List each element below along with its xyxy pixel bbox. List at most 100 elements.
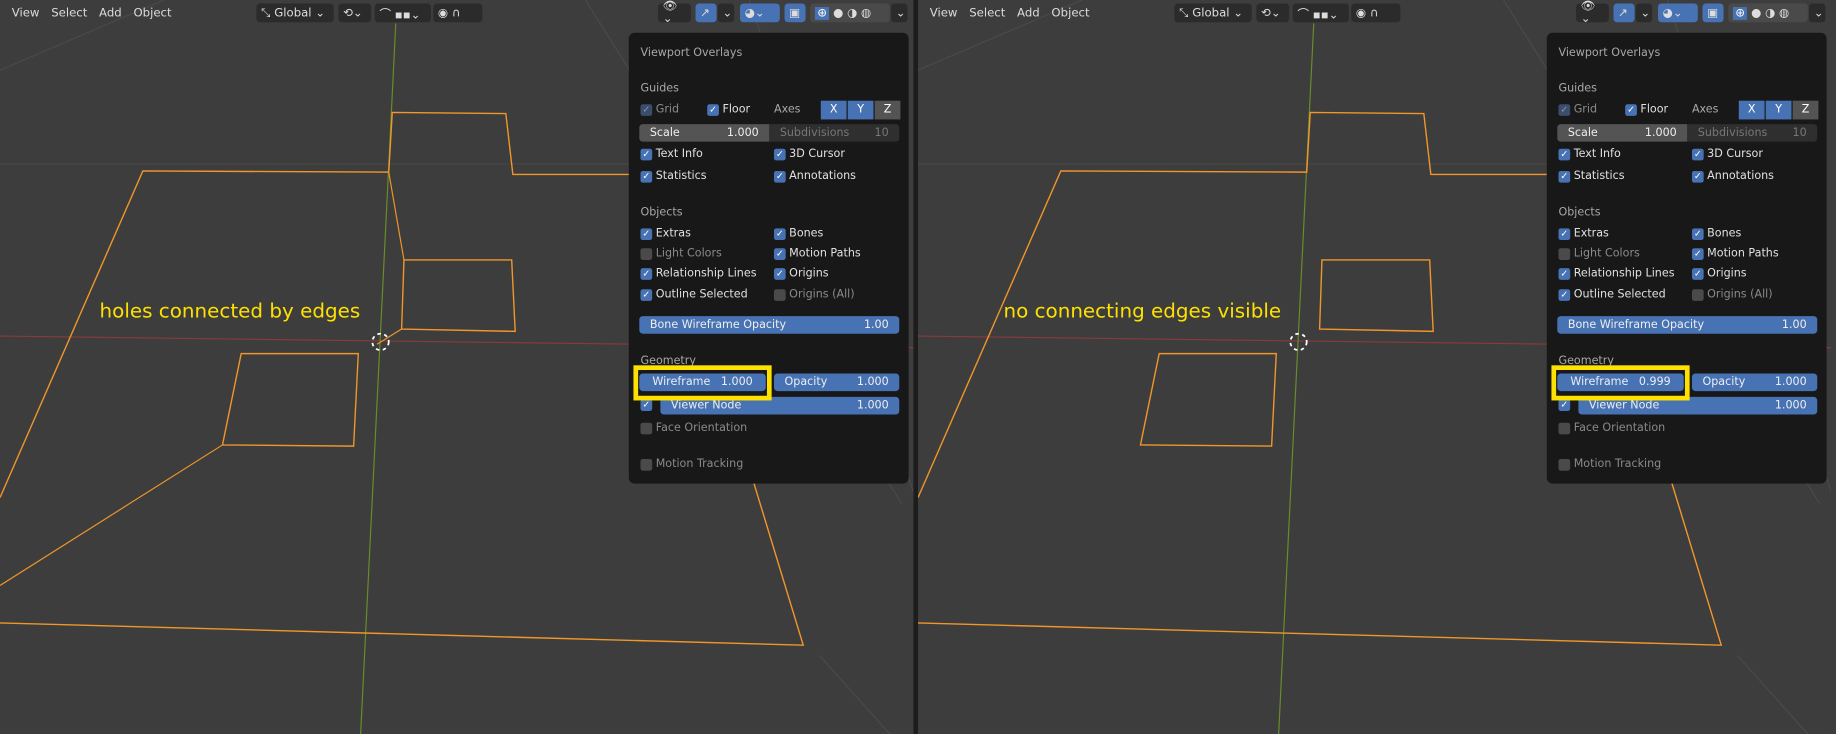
bones-label: Bones [1707, 227, 1742, 241]
menu-object[interactable]: Object [133, 6, 171, 19]
annotations-label: Annotations [1707, 169, 1774, 183]
orientation-value: Global [274, 6, 312, 20]
gizmo-toggle[interactable]: ↗ [1613, 3, 1635, 23]
gizmo-dropdown[interactable]: ⌄ [717, 3, 735, 23]
relationship-lines-checkbox[interactable]: ✓ [1558, 268, 1571, 280]
visibility-dropdown[interactable]: 👁⌄ [658, 0, 691, 26]
scale-value: 1.000 [1644, 126, 1677, 140]
origins-all-label: Origins (All) [789, 288, 855, 301]
menu-view[interactable]: View [12, 6, 40, 19]
menu-view[interactable]: View [930, 6, 958, 19]
axis-x-toggle[interactable]: X [1738, 100, 1765, 120]
bone-wireframe-opacity-slider[interactable]: Bone Wireframe Opacity 1.00 [639, 316, 900, 334]
origins-checkbox[interactable]: ✓ [773, 268, 786, 280]
shading-modes[interactable]: ⊕ ● ◑ ◍ [1728, 3, 1808, 23]
3d-cursor-checkbox[interactable]: ✓ [1691, 148, 1704, 161]
pivot-dropdown[interactable]: ⟲⌄ [338, 3, 372, 23]
snap-toggle[interactable]: ⌒ ▪▪⌄ [1292, 3, 1349, 23]
relationship-lines-label: Relationship Lines [1573, 266, 1675, 280]
visibility-dropdown[interactable]: 👁⌄ [1576, 0, 1609, 26]
left-viewport[interactable]: View Select Add Object ⤡ Global ⌄ ⟲⌄ ⌒ ▪… [0, 0, 914, 734]
bones-checkbox[interactable]: ✓ [773, 228, 786, 241]
relationship-lines-checkbox[interactable]: ✓ [640, 268, 653, 280]
pivot-dropdown[interactable]: ⟲⌄ [1256, 3, 1290, 23]
annotations-checkbox[interactable]: ✓ [773, 170, 786, 183]
extras-checkbox[interactable]: ✓ [640, 228, 653, 241]
gizmo-dropdown[interactable]: ⌄ [1635, 3, 1653, 23]
objects-heading: Objects [640, 206, 683, 219]
proportional-edit[interactable]: ◉ ∩ [1351, 3, 1401, 23]
scale-value: 1.000 [726, 126, 759, 140]
outline-selected-checkbox[interactable]: ✓ [640, 289, 653, 301]
scale-field[interactable]: Scale 1.000 [1557, 124, 1688, 142]
viewer-node-checkbox[interactable]: ✓ [640, 399, 653, 411]
text-info-checkbox[interactable]: ✓ [1558, 148, 1571, 161]
motion-tracking-checkbox[interactable] [640, 458, 653, 471]
viewer-node-checkbox[interactable]: ✓ [1558, 399, 1571, 411]
floor-checkbox[interactable]: ✓ [1625, 104, 1637, 116]
floor-label: Floor [722, 103, 751, 116]
opacity-slider[interactable]: Opacity 1.000 [773, 373, 900, 392]
shading-dropdown[interactable]: ⌄ [1809, 3, 1826, 23]
highlight-box [633, 365, 772, 401]
motion-paths-checkbox[interactable]: ✓ [773, 248, 786, 260]
axis-y-toggle[interactable]: Y [847, 100, 874, 120]
outline-selected-checkbox[interactable]: ✓ [1558, 289, 1571, 301]
menu-select[interactable]: Select [51, 6, 87, 19]
opacity-slider[interactable]: Opacity 1.000 [1691, 373, 1818, 392]
face-orientation-checkbox[interactable] [640, 422, 653, 435]
shading-modes[interactable]: ⊕ ● ◑ ◍ [810, 3, 890, 23]
subdivisions-field[interactable]: Subdivisions 10 [1687, 124, 1818, 142]
motion-tracking-checkbox[interactable] [1558, 458, 1571, 471]
3d-cursor-checkbox[interactable]: ✓ [773, 148, 786, 161]
snap-toggle[interactable]: ⌒ ▪▪⌄ [374, 3, 431, 23]
light-colors-checkbox[interactable] [640, 248, 653, 260]
transform-orientation-dropdown[interactable]: ⤡ Global ⌄ [256, 3, 334, 23]
bone-wireframe-opacity-slider[interactable]: Bone Wireframe Opacity 1.00 [1557, 316, 1818, 334]
bone-opacity-label: Bone Wireframe Opacity [1567, 318, 1705, 332]
floor-checkbox[interactable]: ✓ [707, 104, 719, 116]
viewer-node-value: 1.000 [856, 399, 889, 413]
motion-paths-checkbox[interactable]: ✓ [1691, 248, 1704, 260]
extras-checkbox[interactable]: ✓ [1558, 228, 1571, 241]
bones-checkbox[interactable]: ✓ [1691, 228, 1704, 241]
grid-checkbox[interactable]: ✓ [1558, 104, 1571, 116]
origins-checkbox[interactable]: ✓ [1691, 268, 1704, 280]
viewport-overlays-panel: Viewport Overlays Guides ✓ Grid ✓ Floor Ax… [628, 32, 909, 484]
axis-z-toggle[interactable]: Z [874, 100, 901, 120]
gizmo-toggle[interactable]: ↗ [695, 3, 717, 23]
y-axis-line [360, 23, 397, 734]
text-info-checkbox[interactable]: ✓ [640, 148, 653, 161]
annotations-checkbox[interactable]: ✓ [1691, 170, 1704, 183]
axis-x-toggle[interactable]: X [820, 100, 847, 120]
menu-object[interactable]: Object [1051, 6, 1089, 19]
right-viewport[interactable]: View Select Add Object ⤡ Global ⌄ ⟲⌄ ⌒ ▪… [917, 0, 1832, 734]
shading-dropdown[interactable]: ⌄ [891, 3, 908, 23]
origins-all-checkbox[interactable] [1691, 289, 1704, 301]
extras-label: Extras [655, 227, 691, 241]
axis-y-toggle[interactable]: Y [1765, 100, 1792, 120]
bones-label: Bones [789, 227, 824, 241]
transform-orientation-dropdown[interactable]: ⤡ Global ⌄ [1174, 3, 1252, 23]
xray-toggle[interactable]: ▣ [784, 3, 806, 23]
origins-all-checkbox[interactable] [773, 289, 786, 301]
statistics-checkbox[interactable]: ✓ [1558, 170, 1571, 183]
subdivisions-field[interactable]: Subdivisions 10 [769, 124, 900, 142]
proportional-edit[interactable]: ◉ ∩ [433, 3, 483, 23]
overlays-dropdown[interactable]: ◕⌄ [1657, 3, 1698, 23]
xray-toggle[interactable]: ▣ [1702, 3, 1724, 23]
light-colors-checkbox[interactable] [1558, 248, 1571, 260]
scale-field[interactable]: Scale 1.000 [639, 124, 770, 142]
menu-add[interactable]: Add [99, 6, 122, 19]
3d-cursor-label: 3D Cursor [1707, 147, 1763, 161]
statistics-checkbox[interactable]: ✓ [640, 170, 653, 183]
menu-add[interactable]: Add [1017, 6, 1040, 19]
overlays-dropdown[interactable]: ◕⌄ [740, 3, 780, 23]
relationship-lines-label: Relationship Lines [655, 266, 757, 280]
axis-z-toggle[interactable]: Z [1792, 100, 1819, 120]
menu-select[interactable]: Select [969, 6, 1005, 19]
grid-checkbox[interactable]: ✓ [640, 104, 653, 116]
annotation-text: no connecting edges visible [1003, 299, 1282, 324]
axes-label: Axes [1691, 103, 1719, 116]
face-orientation-checkbox[interactable] [1558, 422, 1571, 435]
